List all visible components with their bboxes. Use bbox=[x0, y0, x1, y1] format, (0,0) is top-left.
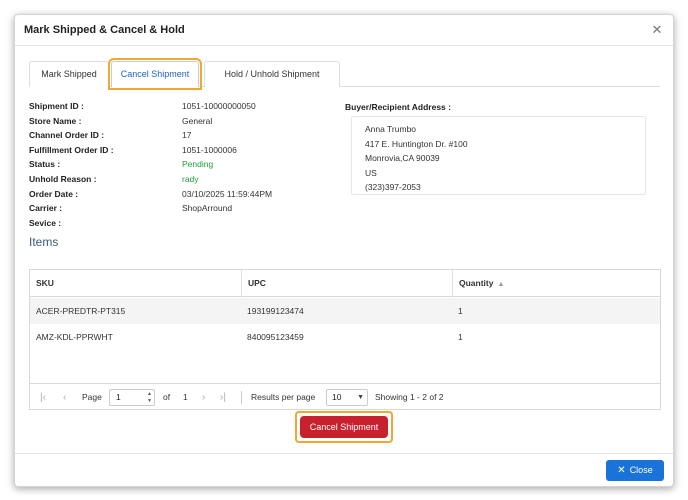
cell-sku: ACER-PREDTR-PT315 bbox=[36, 306, 126, 316]
next-page-icon[interactable]: › bbox=[202, 384, 205, 411]
pager: |‹ ‹ Page 1 ▲ ▼ of 1 › ›| Results per pag… bbox=[30, 383, 660, 410]
close-button[interactable]: ✕ Close bbox=[606, 460, 664, 481]
modal-dialog: Mark Shipped & Cancel & Hold ✕ Mark Ship… bbox=[14, 14, 674, 487]
table-header: SKU UPC Quantity ▲ bbox=[30, 270, 660, 297]
cell-upc: 840095123459 bbox=[247, 332, 304, 342]
results-per-page-select[interactable]: 10 ▼ bbox=[326, 389, 368, 406]
page-label: Page bbox=[82, 392, 102, 402]
items-table: SKU UPC Quantity ▲ ACER-PREDTR-PT315 1931… bbox=[29, 269, 661, 410]
chevron-down-icon: ▼ bbox=[357, 394, 364, 401]
address-line: US bbox=[365, 167, 377, 178]
tab-hold-unhold-shipment[interactable]: Hold / Unhold Shipment bbox=[204, 61, 340, 87]
address-line: 417 E. Huntington Dr. #100 bbox=[365, 138, 468, 149]
footer-divider bbox=[15, 453, 673, 454]
address-line: Monrovia,CA 90039 bbox=[365, 153, 440, 163]
prev-page-icon[interactable]: ‹ bbox=[63, 384, 66, 411]
info-value: ShopArround bbox=[182, 203, 233, 214]
close-icon: ✕ bbox=[617, 465, 626, 476]
info-label: Order Date : bbox=[29, 188, 79, 199]
first-page-icon[interactable]: |‹ bbox=[40, 384, 46, 411]
close-icon[interactable]: ✕ bbox=[651, 23, 663, 36]
showing-count: Showing 1 - 2 of 2 bbox=[375, 392, 444, 402]
dialog-header: Mark Shipped & Cancel & Hold ✕ bbox=[15, 15, 673, 46]
close-button-label: Close bbox=[629, 465, 653, 475]
page-number-input[interactable]: 1 ▲ ▼ bbox=[109, 389, 155, 406]
info-value: 1051-10000000050 bbox=[182, 101, 256, 111]
unhold-reason-value: rady bbox=[182, 174, 199, 184]
info-label: Sevice : bbox=[29, 217, 62, 228]
cell-sku: AMZ-KDL-PPRWHT bbox=[36, 332, 113, 342]
info-value: 03/10/2025 11:59:44PM bbox=[182, 188, 273, 199]
info-value: 17 bbox=[182, 130, 192, 141]
column-header-label: SKU bbox=[36, 278, 54, 288]
address-box: Anna Trumbo 417 E. Huntington Dr. #100 M… bbox=[351, 116, 646, 195]
column-header-label: UPC bbox=[248, 278, 266, 288]
total-pages: 1 bbox=[183, 392, 188, 402]
cancel-shipment-highlight: Cancel Shipment bbox=[295, 411, 393, 443]
cancel-shipment-button[interactable]: Cancel Shipment bbox=[300, 416, 388, 438]
column-header-sku[interactable]: SKU bbox=[30, 270, 241, 297]
stepper-icon[interactable]: ▲ ▼ bbox=[147, 391, 152, 405]
last-page-icon[interactable]: ›| bbox=[220, 384, 226, 411]
cell-upc: 193199123474 bbox=[247, 306, 304, 316]
address-line: Anna Trumbo bbox=[365, 124, 417, 134]
of-label: of bbox=[163, 392, 171, 402]
info-value: General bbox=[182, 115, 213, 126]
results-per-page-label: Results per page bbox=[251, 392, 316, 402]
tab-cancel-shipment[interactable]: Cancel Shipment bbox=[108, 58, 202, 90]
cell-quantity: 1 bbox=[458, 306, 463, 316]
info-label: Channel Order ID : bbox=[29, 130, 105, 141]
results-per-page-value: 10 bbox=[332, 392, 342, 402]
info-label: Fulfillment Order ID : bbox=[29, 144, 114, 155]
cell-quantity: 1 bbox=[458, 332, 463, 342]
status-value: Pending bbox=[182, 159, 214, 170]
column-header-label: Quantity bbox=[459, 278, 494, 288]
column-header-upc[interactable]: UPC bbox=[241, 270, 452, 297]
items-title: Items bbox=[29, 235, 59, 249]
table-row[interactable]: AMZ-KDL-PPRWHT 840095123459 1 bbox=[30, 324, 660, 350]
tab-bar: Mark Shipped Cancel Shipment Hold / Unho… bbox=[29, 58, 660, 90]
column-header-quantity[interactable]: Quantity ▲ bbox=[452, 270, 662, 297]
tab-mark-shipped[interactable]: Mark Shipped bbox=[29, 61, 109, 87]
info-label: Store Name : bbox=[29, 115, 82, 126]
info-label: Unhold Reason : bbox=[29, 174, 97, 184]
info-label: Shipment ID : bbox=[29, 101, 84, 111]
divider bbox=[241, 391, 242, 404]
info-label: Status : bbox=[29, 159, 61, 170]
address-line: (323)397-2053 bbox=[365, 182, 421, 192]
page-number-value: 1 bbox=[116, 392, 121, 402]
dialog-title: Mark Shipped & Cancel & Hold bbox=[24, 24, 185, 36]
info-value: 1051-1000006 bbox=[182, 144, 237, 155]
sort-icon[interactable]: ▲ bbox=[497, 271, 504, 298]
info-label: Carrier : bbox=[29, 203, 63, 214]
address-label: Buyer/Recipient Address : bbox=[345, 102, 451, 112]
table-row[interactable]: ACER-PREDTR-PT315 193199123474 1 bbox=[30, 298, 660, 324]
